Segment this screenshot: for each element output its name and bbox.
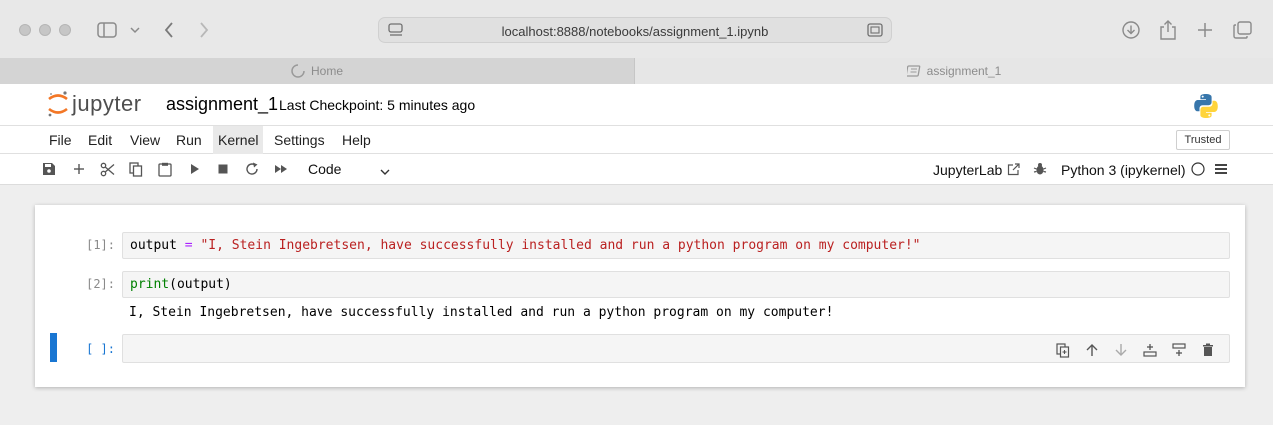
kernel-name[interactable]: Python 3 (ipykernel) [1061,162,1186,178]
code-builtin: print [130,277,170,292]
open-jupyterlab-link[interactable]: JupyterLab [933,162,1002,178]
hamburger-menu-icon[interactable] [1212,160,1230,178]
code-token: output [130,238,177,253]
download-icon[interactable] [1119,18,1143,42]
code-operator: = [176,238,201,253]
debugger-bug-icon[interactable] [1031,160,1049,178]
cell-output: I, Stein Ingebretsen, have successfully … [129,305,834,320]
jupyter-logo[interactable]: jupyter [47,90,142,118]
cut-icon[interactable] [98,160,116,178]
insert-above-icon[interactable] [1141,341,1159,359]
menu-file[interactable]: File [44,126,77,154]
tab-assignment[interactable]: assignment_1 [635,58,1273,84]
menu-kernel[interactable]: Kernel [213,126,264,154]
paste-icon[interactable] [156,160,174,178]
tab-home-label: Home [310,64,343,78]
new-tab-icon[interactable] [1193,18,1217,42]
cell-toolbar [1054,341,1217,359]
trusted-badge[interactable]: Trusted [1176,130,1230,150]
insert-below-icon[interactable] [1170,341,1188,359]
restart-icon[interactable] [243,160,261,178]
duplicate-cell-icon[interactable] [1054,341,1072,359]
browser-titlebar: localhost:8888/notebooks/assignment_1.ip… [0,0,1273,58]
add-cell-icon[interactable] [70,160,88,178]
menu-help[interactable]: Help [337,126,376,154]
address-bar[interactable]: localhost:8888/notebooks/assignment_1.ip… [378,17,892,43]
cell-type-select[interactable]: Code [308,161,341,177]
browser-tab-bar: Home assignment_1 [0,58,1273,84]
notebook-title[interactable]: assignment_1 [166,94,278,115]
code-line: print(output) [130,277,232,292]
stop-icon[interactable] [214,160,232,178]
tab-overview-icon[interactable] [1231,18,1255,42]
zoom-window-button[interactable] [59,24,71,36]
run-icon[interactable] [186,160,204,178]
code-cell-2[interactable]: print(output) [122,271,1230,298]
reader-icon[interactable] [867,23,883,42]
minimize-window-button[interactable] [39,24,51,36]
tab-home[interactable]: Home [0,58,635,84]
menu-run[interactable]: Run [171,126,207,154]
url-text[interactable]: localhost:8888/notebooks/assignment_1.ip… [379,24,891,39]
code-token: (output) [169,277,232,292]
book-icon [906,65,921,77]
kernel-status-icon [1189,160,1207,178]
back-icon[interactable] [157,18,181,42]
python-logo-icon [1193,93,1219,124]
code-cell-3[interactable] [122,334,1230,363]
menu-edit[interactable]: Edit [83,126,117,154]
jupyter-header: jupyter assignment_1 Last Checkpoint: 5 … [0,84,1273,126]
menu-view[interactable]: View [125,126,165,154]
close-window-button[interactable] [19,24,31,36]
jupyter-logo-icon [48,91,68,117]
cell-prompt: [ ]: [86,342,115,356]
move-down-icon[interactable] [1112,341,1130,359]
cell-prompt: [2]: [86,277,115,291]
forward-icon[interactable] [192,18,216,42]
chevron-down-icon[interactable] [380,163,390,181]
copy-icon[interactable] [127,160,145,178]
save-icon[interactable] [40,160,58,178]
sidebar-toggle-icon[interactable] [95,18,119,42]
code-string: "I, Stein Ingebretsen, have successfully… [200,238,921,253]
code-cell-1[interactable]: output = "I, Stein Ingebretsen, have suc… [122,232,1230,259]
menu-bar: File Edit View Run Kernel Settings Help … [0,126,1273,154]
checkpoint-status: Last Checkpoint: 5 minutes ago [279,97,476,113]
delete-cell-icon[interactable] [1199,341,1217,359]
fast-forward-icon[interactable] [272,160,290,178]
notebook-panel: [1]: output = "I, Stein Ingebretsen, hav… [35,205,1245,387]
tab-assignment-label: assignment_1 [926,64,1002,78]
menu-settings[interactable]: Settings [269,126,330,154]
chevron-down-icon[interactable] [123,18,147,42]
logo-text: jupyter [72,91,142,116]
external-link-icon[interactable] [1004,160,1022,178]
code-line: output = "I, Stein Ingebretsen, have suc… [130,238,921,253]
notebook-toolbar: Code JupyterLab Python 3 (ipykernel) [0,154,1273,185]
cell-prompt: [1]: [86,238,115,252]
share-icon[interactable] [1156,18,1180,42]
move-up-icon[interactable] [1083,341,1101,359]
loading-icon [291,64,305,78]
